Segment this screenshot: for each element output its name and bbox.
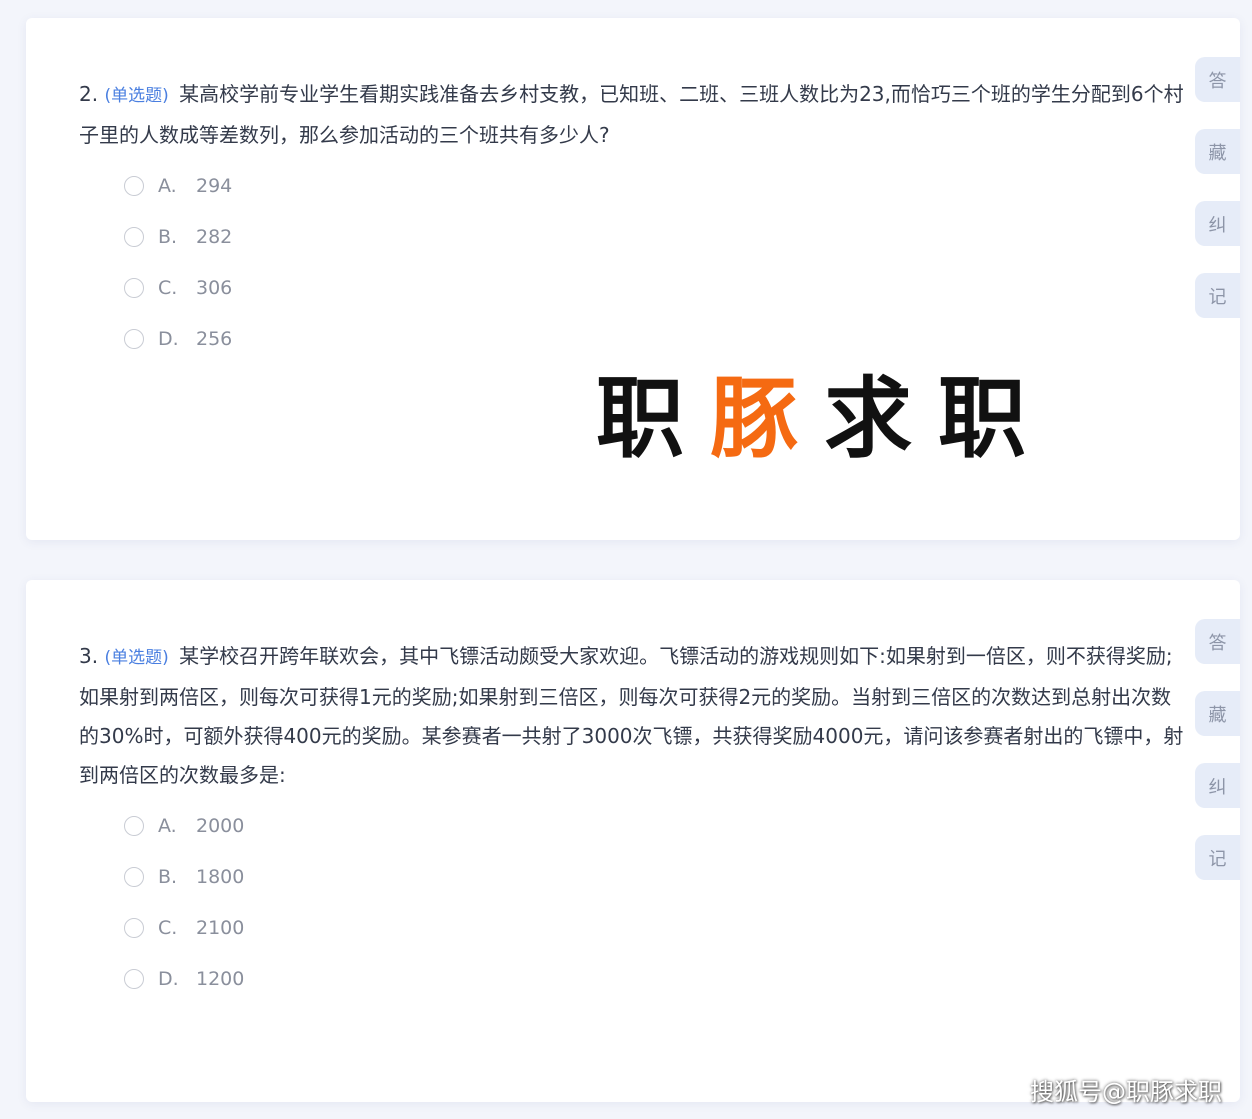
logo-char: 职: [938, 367, 1053, 470]
option-value: 306: [196, 276, 233, 299]
favorite-button[interactable]: 藏: [1195, 691, 1240, 736]
option-letter: D.: [158, 327, 179, 350]
radio-button[interactable]: [124, 226, 144, 247]
option-value: 282: [196, 225, 233, 248]
question-type-badge: (单选题): [104, 648, 169, 668]
question-text: 2. (单选题) 某高校学前专业学生看期实践准备去乡村支教，已知班、二班、三班人…: [79, 75, 1191, 155]
option-b[interactable]: B. 1800: [124, 851, 244, 902]
answer-button[interactable]: 答: [1195, 619, 1240, 664]
option-value: 1200: [196, 967, 245, 990]
question-number: 3.: [79, 644, 99, 668]
option-value: 294: [196, 174, 233, 197]
question-card-3: 3. (单选题) 某学校召开跨年联欢会，其中飞镖活动颇受大家欢迎。飞镖活动的游戏…: [26, 580, 1240, 1102]
radio-button[interactable]: [124, 968, 144, 989]
radio-button[interactable]: [124, 917, 144, 938]
option-value: 1800: [196, 865, 245, 888]
brand-logo: 职豚求职: [596, 348, 1052, 475]
option-letter: D.: [158, 967, 179, 990]
answer-button[interactable]: 答: [1195, 57, 1240, 102]
radio-button[interactable]: [124, 328, 144, 349]
question-type-badge: (单选题): [104, 86, 169, 106]
question-card-2: 2. (单选题) 某高校学前专业学生看期实践准备去乡村支教，已知班、二班、三班人…: [26, 18, 1240, 540]
option-list: A. 294 B. 282 C. 306 D. 256: [124, 160, 232, 364]
option-d[interactable]: D. 1200: [124, 953, 244, 1004]
question-number: 2.: [79, 82, 99, 106]
question-text: 3. (单选题) 某学校召开跨年联欢会，其中飞镖活动颇受大家欢迎。飞镖活动的游戏…: [79, 637, 1191, 795]
radio-button[interactable]: [124, 866, 144, 887]
logo-char: 职: [596, 367, 711, 470]
question-body: 某高校学前专业学生看期实践准备去乡村支教，已知班、二班、三班人数比为23,而恰巧…: [79, 82, 1184, 147]
side-toolbar: 答 藏 纠 记: [1195, 619, 1240, 907]
note-button[interactable]: 记: [1195, 273, 1240, 318]
logo-char-accent: 豚: [710, 367, 825, 470]
radio-button[interactable]: [124, 175, 144, 196]
report-error-button[interactable]: 纠: [1195, 763, 1240, 808]
option-value: 256: [196, 327, 233, 350]
option-value: 2000: [196, 814, 245, 837]
option-letter: C.: [158, 276, 178, 299]
option-list: A. 2000 B. 1800 C. 2100 D. 1200: [124, 800, 244, 1004]
option-a[interactable]: A. 294: [124, 160, 232, 211]
favorite-button[interactable]: 藏: [1195, 129, 1240, 174]
report-error-button[interactable]: 纠: [1195, 201, 1240, 246]
logo-char: 求: [824, 367, 939, 470]
option-value: 2100: [196, 916, 245, 939]
option-c[interactable]: C. 306: [124, 262, 232, 313]
question-body: 某学校召开跨年联欢会，其中飞镖活动颇受大家欢迎。飞镖活动的游戏规则如下:如果射到…: [79, 644, 1184, 787]
radio-button[interactable]: [124, 815, 144, 836]
option-letter: A.: [158, 174, 177, 197]
option-letter: B.: [158, 865, 178, 888]
radio-button[interactable]: [124, 277, 144, 298]
sohu-watermark: 搜狐号@职豚求职: [1030, 1078, 1222, 1106]
option-a[interactable]: A. 2000: [124, 800, 244, 851]
option-c[interactable]: C. 2100: [124, 902, 244, 953]
side-toolbar: 答 藏 纠 记: [1195, 57, 1240, 345]
option-letter: C.: [158, 916, 178, 939]
option-letter: A.: [158, 814, 177, 837]
option-b[interactable]: B. 282: [124, 211, 232, 262]
note-button[interactable]: 记: [1195, 835, 1240, 880]
option-d[interactable]: D. 256: [124, 313, 232, 364]
option-letter: B.: [158, 225, 178, 248]
